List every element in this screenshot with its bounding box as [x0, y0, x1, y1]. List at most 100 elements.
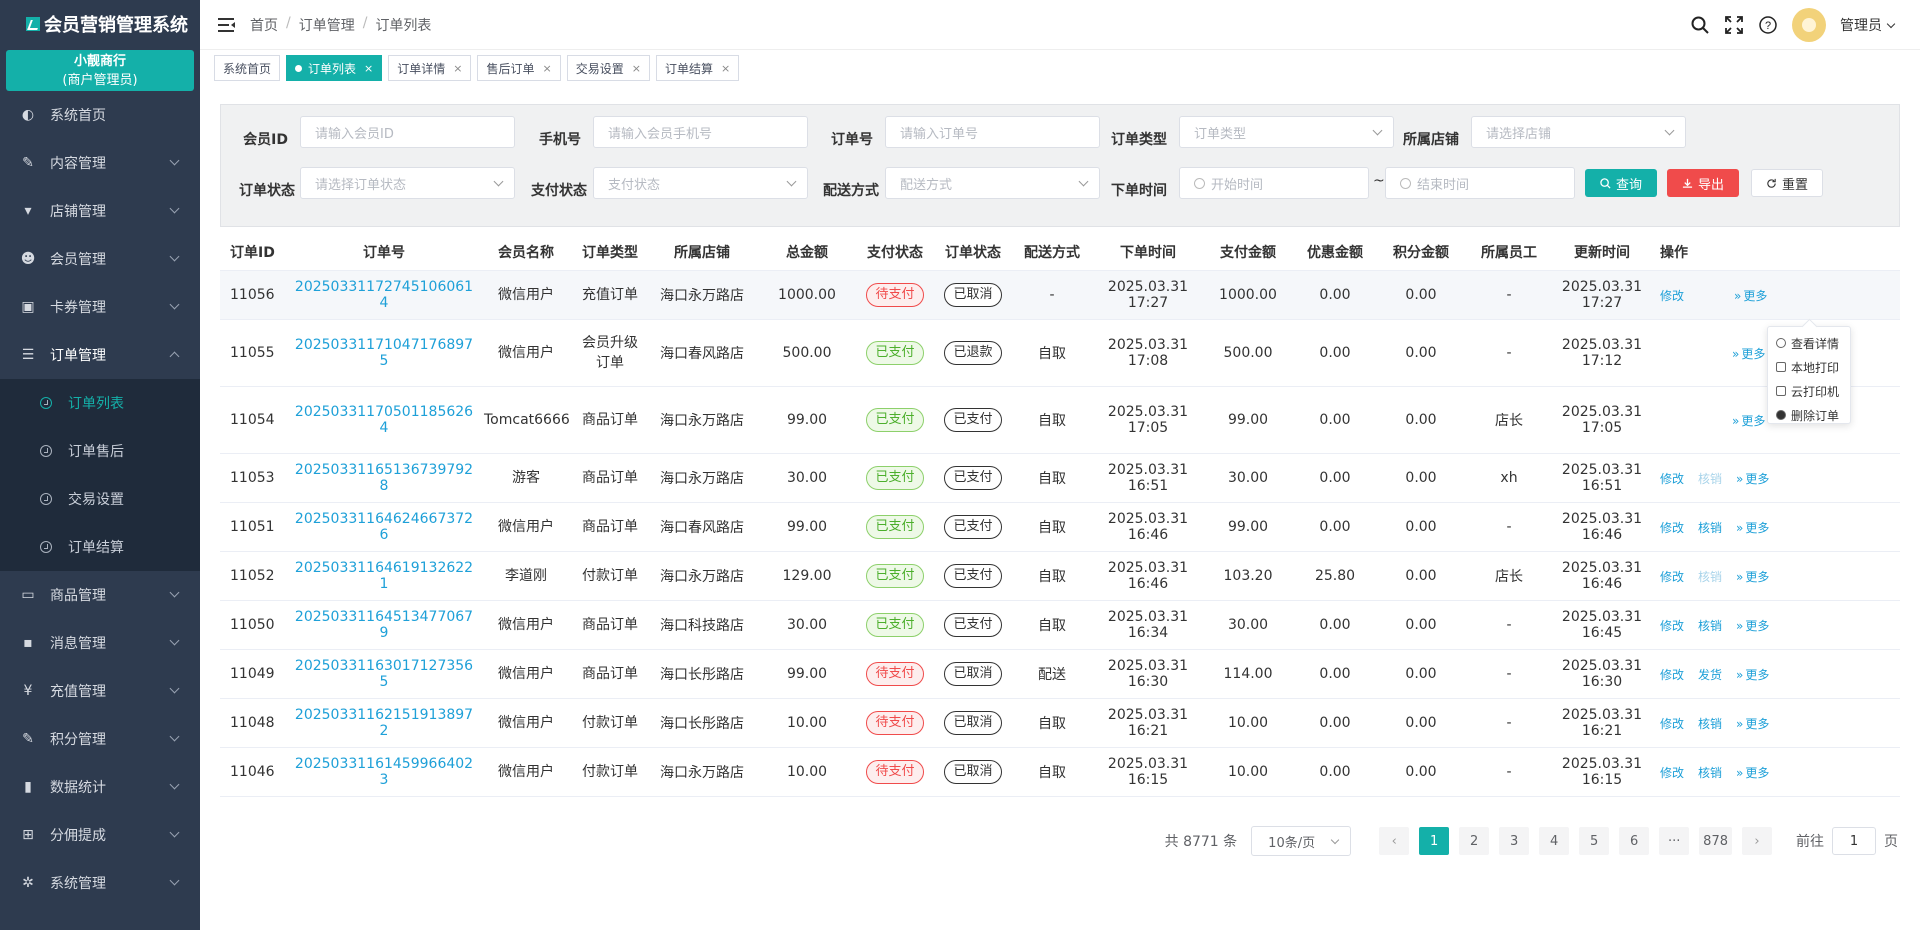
sidebar-item-list[interactable]: ☰ 订单管理	[0, 331, 200, 379]
search-icon[interactable]	[1690, 15, 1710, 35]
order-number-link[interactable]: 20250331161459966402 3	[295, 756, 473, 788]
close-icon[interactable]: ×	[543, 62, 552, 75]
prev-page-button[interactable]: ‹	[1379, 827, 1410, 855]
order-number-link[interactable]: 20250331164619132622 1	[295, 560, 473, 592]
sidebar-item-message[interactable]: ▪ 消息管理	[0, 619, 200, 667]
secondary-action-link[interactable]: 核销	[1698, 470, 1722, 487]
more-actions-link[interactable]: 更多	[1734, 287, 1767, 304]
submenu-item[interactable]: 订单售后	[0, 427, 200, 475]
secondary-action-link[interactable]: 核销	[1698, 715, 1722, 732]
collapse-menu-icon[interactable]	[218, 17, 236, 32]
more-actions-link[interactable]: 更多	[1736, 715, 1769, 732]
more-actions-link[interactable]: 更多	[1736, 764, 1769, 781]
breadcrumb-order-management[interactable]: 订单管理	[299, 15, 355, 35]
order-number-link[interactable]: 20250331162151913897 2	[295, 707, 473, 739]
edit-link[interactable]: 修改	[1660, 568, 1684, 585]
order-no-input[interactable]: 请输入订单号	[885, 116, 1100, 148]
store-select[interactable]: 请选择店铺	[1471, 116, 1686, 148]
secondary-action-link[interactable]: 核销	[1698, 568, 1722, 585]
avatar[interactable]	[1792, 8, 1826, 42]
sidebar-item-edit[interactable]: ✎ 内容管理	[0, 139, 200, 187]
delivery-select[interactable]: 配送方式	[885, 167, 1100, 199]
more-actions-link[interactable]: 更多	[1736, 519, 1769, 536]
fullscreen-icon[interactable]	[1724, 15, 1744, 35]
sidebar-item-sitemap[interactable]: ⊞ 分佣提成	[0, 811, 200, 859]
close-icon[interactable]: ×	[364, 62, 373, 75]
order-number-link[interactable]: 20250331165136739792 8	[295, 462, 473, 494]
page-number-button[interactable]: 6	[1619, 827, 1650, 855]
tab[interactable]: 交易设置 ×	[566, 55, 650, 81]
order-number-link[interactable]: 20250331170501185626 4	[295, 404, 473, 436]
edit-link[interactable]	[1660, 345, 1682, 362]
edit-link[interactable]: 修改	[1660, 519, 1684, 536]
sidebar-item-dashboard[interactable]: ◐ 系统首页	[0, 91, 200, 139]
page-number-button[interactable]: 2	[1459, 827, 1490, 855]
pay-status-select[interactable]: 支付状态	[593, 167, 808, 199]
edit-link[interactable]: 修改	[1660, 666, 1684, 683]
export-button[interactable]: 导出	[1667, 169, 1739, 197]
submenu-item[interactable]: 订单列表	[0, 379, 200, 427]
page-number-button[interactable]: 878	[1699, 827, 1732, 855]
edit-link[interactable]: 修改	[1660, 715, 1684, 732]
shop-switcher[interactable]: 小靓商行 (商户管理员)	[6, 50, 194, 91]
next-page-button[interactable]: ›	[1742, 827, 1772, 855]
sidebar-item-users[interactable]: ☻ 会员管理	[0, 235, 200, 283]
more-actions-link[interactable]: 更多	[1732, 345, 1765, 362]
tab[interactable]: 订单列表 ×	[286, 55, 383, 81]
user-menu[interactable]: 管理员	[1840, 15, 1896, 35]
view-details-menu-item[interactable]: 查看详情	[1768, 331, 1850, 355]
order-type-select[interactable]: 订单类型	[1179, 116, 1394, 148]
tab[interactable]: 订单结算 ×	[655, 55, 740, 81]
secondary-action-link[interactable]: 发货	[1698, 666, 1722, 683]
more-actions-link[interactable]: 更多	[1732, 412, 1765, 429]
page-number-button[interactable]: 1	[1419, 827, 1450, 855]
secondary-action-link[interactable]: 核销	[1698, 764, 1722, 781]
edit-link[interactable]: 修改	[1660, 617, 1684, 634]
sidebar-item-yen[interactable]: ¥ 充值管理	[0, 667, 200, 715]
tab[interactable]: 系统首页	[214, 55, 281, 81]
end-time-input[interactable]: 结束时间	[1385, 167, 1575, 199]
more-actions-link[interactable]: 更多	[1736, 568, 1769, 585]
order-status-select[interactable]: 请选择订单状态	[300, 167, 515, 199]
start-time-input[interactable]: 开始时间	[1179, 167, 1369, 199]
page-number-button[interactable]: 4	[1539, 827, 1570, 855]
page-number-button[interactable]: 5	[1579, 827, 1610, 855]
query-button[interactable]: 查询	[1585, 169, 1657, 197]
tab[interactable]: 售后订单 ×	[477, 55, 561, 81]
goto-page-input[interactable]: 1	[1832, 827, 1876, 855]
order-number-link[interactable]: 20250331164513477067 9	[295, 609, 473, 641]
secondary-action-link[interactable]	[1698, 287, 1720, 304]
page-number-button[interactable]: 3	[1499, 827, 1530, 855]
cloud-printer-menu-item[interactable]: 云打印机	[1768, 379, 1850, 403]
phone-input[interactable]: 请输入会员手机号	[593, 116, 808, 148]
secondary-action-link[interactable]: 核销	[1698, 519, 1722, 536]
delete-order-menu-item[interactable]: 删除订单	[1768, 403, 1850, 427]
sidebar-item-monitor[interactable]: ▭ 商品管理	[0, 571, 200, 619]
close-icon[interactable]: ×	[721, 62, 730, 75]
sidebar-item-coupon[interactable]: ▣ 卡券管理	[0, 283, 200, 331]
submenu-item[interactable]: 交易设置	[0, 475, 200, 523]
sidebar-item-bar-chart[interactable]: ▮ 数据统计	[0, 763, 200, 811]
help-icon[interactable]: ?	[1758, 15, 1778, 35]
close-icon[interactable]: ×	[632, 62, 641, 75]
local-print-menu-item[interactable]: 本地打印	[1768, 355, 1850, 379]
more-actions-link[interactable]: 更多	[1736, 470, 1769, 487]
secondary-action-link[interactable]	[1696, 412, 1718, 429]
order-number-link[interactable]: 20250331164624667372 6	[295, 511, 473, 543]
order-number-link[interactable]: 20250331163017127356 5	[295, 658, 473, 690]
sidebar-item-points[interactable]: ✎ 积分管理	[0, 715, 200, 763]
submenu-item[interactable]: 订单结算	[0, 523, 200, 571]
more-actions-link[interactable]: 更多	[1736, 617, 1769, 634]
edit-link[interactable]: 修改	[1660, 287, 1684, 304]
tab[interactable]: 订单详情 ×	[388, 55, 472, 81]
close-icon[interactable]: ×	[453, 62, 462, 75]
secondary-action-link[interactable]	[1696, 345, 1718, 362]
page-size-select[interactable]: 10条/页	[1251, 826, 1352, 856]
edit-link[interactable]: 修改	[1660, 470, 1684, 487]
member-id-input[interactable]: 请输入会员ID	[300, 116, 515, 148]
order-number-link[interactable]: 20250331171047176897 5	[295, 337, 473, 369]
edit-link[interactable]	[1660, 412, 1682, 429]
edit-link[interactable]: 修改	[1660, 764, 1684, 781]
order-number-link[interactable]: 20250331172745106061 4	[295, 279, 473, 311]
sidebar-item-cart[interactable]: ▾ 店铺管理	[0, 187, 200, 235]
